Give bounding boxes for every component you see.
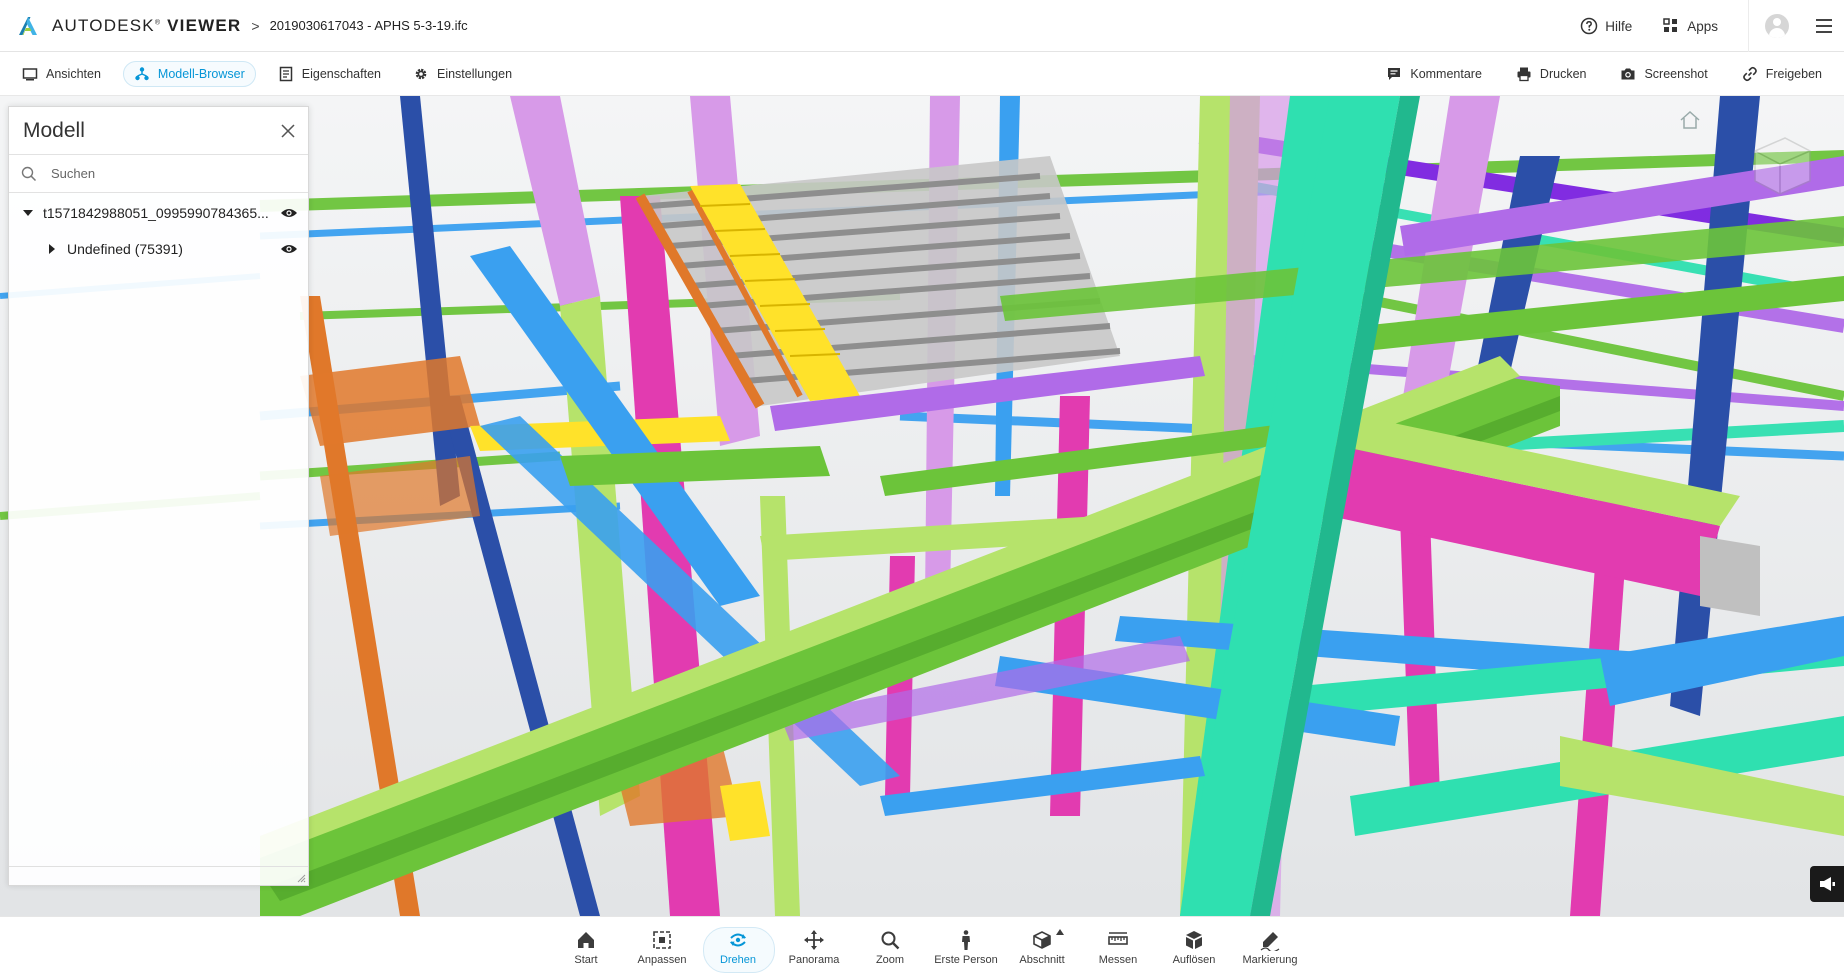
print-label: Drucken <box>1539 67 1587 81</box>
first-person-icon <box>962 929 970 950</box>
viewcube-home-icon[interactable] <box>1678 110 1702 130</box>
tool-pan[interactable]: Panorama <box>776 917 852 976</box>
panel-header: Modell <box>9 107 308 155</box>
help-label: Hilfe <box>1605 18 1633 34</box>
tool-label: Panorama <box>788 953 840 966</box>
announcement-megaphone-icon[interactable] <box>1810 866 1844 902</box>
tool-label: Drehen <box>719 953 757 966</box>
tool-start[interactable]: Start <box>548 917 624 976</box>
tool-orbit[interactable]: Drehen <box>700 917 776 976</box>
pan-icon <box>804 929 824 950</box>
viewer-toolbar: Ansichten Modell-Browser Eigenschaften E… <box>0 52 1844 96</box>
comments-button[interactable]: Kommentare <box>1376 62 1492 86</box>
model-browser-button[interactable]: Modell-Browser <box>122 60 256 87</box>
views-button[interactable]: Ansichten <box>12 62 111 86</box>
app-header: AUTODESK® VIEWER > 2019030617043 - APHS … <box>0 0 1844 52</box>
share-button[interactable]: Freigeben <box>1732 62 1832 86</box>
breadcrumb-separator: > <box>251 17 260 34</box>
brand-name: AUTODESK® VIEWER <box>52 15 242 35</box>
caret-right-icon[interactable] <box>47 244 57 254</box>
tool-label: Erste Person <box>934 953 998 966</box>
tree-node-child[interactable]: Undefined (75391) <box>9 231 308 267</box>
file-name: 2019030617043 - APHS 5-3-19.ifc <box>269 18 468 33</box>
user-avatar-button[interactable] <box>1748 0 1804 52</box>
tool-label: Anpassen <box>637 953 687 966</box>
screenshot-label: Screenshot <box>1644 67 1708 81</box>
home-icon <box>578 931 594 948</box>
tool-label: Zoom <box>875 953 905 966</box>
hamburger-menu-icon[interactable] <box>1804 0 1844 52</box>
tool-label: Markierung <box>1242 953 1298 966</box>
apps-button[interactable]: Apps <box>1662 17 1718 35</box>
horizontal-scrollbar[interactable] <box>9 866 308 867</box>
camera-icon <box>1621 68 1635 80</box>
submenu-caret-icon[interactable] <box>1056 929 1064 935</box>
comment-icon <box>1388 68 1401 80</box>
viewcube-icon[interactable] <box>1740 126 1820 206</box>
model-browser-label: Modell-Browser <box>157 66 245 81</box>
settings-gear-icon <box>415 68 427 79</box>
tool-explode[interactable]: Auflösen <box>1156 917 1232 976</box>
tool-markup[interactable]: Markierung <box>1232 917 1308 976</box>
print-button[interactable]: Drucken <box>1506 62 1597 86</box>
tool-label: Messen <box>1098 953 1138 966</box>
tree-node-label: Undefined (75391) <box>67 241 183 257</box>
properties-icon <box>279 66 292 81</box>
views-icon <box>22 67 38 80</box>
section-box-icon <box>1033 930 1051 949</box>
panel-search <box>9 155 308 193</box>
model-browser-panel: Modell t1571842988051_0995990784365... U… <box>8 106 309 886</box>
apps-label: Apps <box>1687 18 1718 34</box>
close-icon[interactable] <box>280 123 296 139</box>
help-button[interactable]: Hilfe <box>1580 17 1632 35</box>
explode-icon <box>1186 930 1202 949</box>
autodesk-logo-icon[interactable] <box>16 14 40 38</box>
orbit-icon <box>730 933 746 946</box>
settings-button[interactable]: Einstellungen <box>403 62 522 86</box>
tool-label: Start <box>574 953 598 966</box>
comments-label: Kommentare <box>1410 67 1482 81</box>
settings-label: Einstellungen <box>436 66 513 81</box>
eye-icon[interactable] <box>280 242 298 256</box>
tool-measure[interactable]: Messen <box>1080 917 1156 976</box>
tool-label: Auflösen <box>1172 953 1216 966</box>
screenshot-button[interactable]: Screenshot <box>1610 62 1717 86</box>
search-icon <box>21 166 37 181</box>
tool-first-person[interactable]: Erste Person <box>928 917 1004 976</box>
eye-icon[interactable] <box>280 206 298 220</box>
properties-button[interactable]: Eigenschaften <box>268 62 391 86</box>
measure-ruler-icon <box>1108 931 1128 945</box>
help-circle-icon <box>1580 17 1598 35</box>
fit-to-view-icon <box>653 930 671 949</box>
panel-title: Modell <box>23 118 85 142</box>
views-label: Ansichten <box>46 66 101 81</box>
tree-node-root[interactable]: t1571842988051_0995990784365... <box>9 195 308 231</box>
tool-fit[interactable]: Anpassen <box>624 917 700 976</box>
zoom-icon <box>881 931 900 949</box>
tool-section[interactable]: Abschnitt <box>1004 917 1080 976</box>
apps-grid-icon <box>1663 18 1678 32</box>
share-label: Freigeben <box>1765 67 1822 81</box>
search-input[interactable] <box>51 166 281 181</box>
tree-node-label: t1571842988051_0995990784365... <box>43 205 269 221</box>
navigation-toolbar: Start Anpassen Drehen Panorama Zoom Erst… <box>0 916 1844 976</box>
tool-label: Abschnitt <box>1019 953 1065 966</box>
tool-zoom[interactable]: Zoom <box>852 917 928 976</box>
model-browser-icon <box>135 66 149 80</box>
markup-pen-icon <box>1260 931 1280 951</box>
caret-down-icon[interactable] <box>23 208 33 218</box>
avatar <box>1764 14 1789 38</box>
link-icon <box>1742 66 1757 82</box>
print-icon <box>1517 67 1531 82</box>
resize-handle-icon[interactable] <box>296 873 306 883</box>
properties-label: Eigenschaften <box>301 66 381 81</box>
